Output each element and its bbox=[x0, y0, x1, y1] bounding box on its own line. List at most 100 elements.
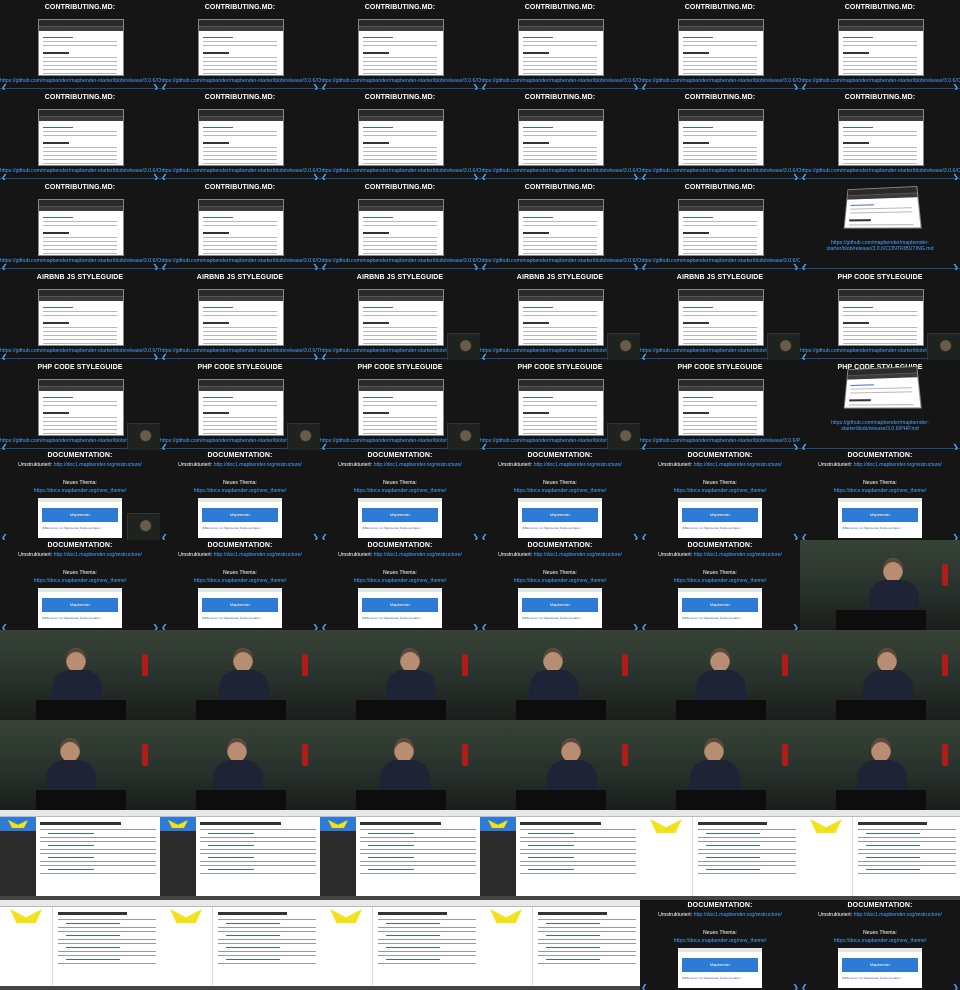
doc-theme-link[interactable]: https://docs.mapbender.org/new_theme/ bbox=[0, 578, 160, 584]
thumbnail-tile[interactable] bbox=[480, 630, 640, 720]
thumbnail-tile[interactable] bbox=[0, 630, 160, 720]
thumbnail-tile[interactable]: CONTRIBUTING.MD: https://github.com/mapbe… bbox=[800, 90, 960, 180]
slide-link[interactable]: https://github.com/mapbender/mapbender-s… bbox=[640, 438, 800, 444]
thumbnail-tile[interactable] bbox=[320, 810, 480, 900]
thumbnail-tile[interactable] bbox=[640, 810, 800, 900]
doc-restructure-link[interactable]: http://doc1.mapbender.org/restructure/ bbox=[694, 912, 782, 918]
thumbnail-tile[interactable]: PHP CODE STYLEGUIDEhttps://github.com/ma… bbox=[160, 360, 320, 450]
doc-theme-link-text[interactable]: https://docs.mapbender.org/new_theme/ bbox=[834, 488, 927, 494]
thumbnail-tile[interactable]: PHP CODE STYLEGUIDEhttps://github.com/ma… bbox=[640, 360, 800, 450]
slide-link[interactable]: https://github.com/mapbender/mapbender-s… bbox=[320, 258, 480, 264]
thumbnail-tile[interactable]: CONTRIBUTING.MD: https://github.com/mapbe… bbox=[320, 0, 480, 90]
doc-link-line[interactable] bbox=[546, 923, 600, 924]
chevron-left-icon[interactable]: ❮ bbox=[481, 623, 488, 630]
thumbnail-tile[interactable]: CONTRIBUTING.MD: https://github.com/mapbe… bbox=[0, 180, 160, 270]
doc-restructure-link[interactable]: http://doc1.mapbender.org/restructure/ bbox=[694, 462, 782, 468]
chevron-left-icon[interactable]: ❮ bbox=[321, 173, 328, 180]
chevron-right-icon[interactable]: ❯ bbox=[152, 173, 159, 180]
chevron-right-icon[interactable]: ❯ bbox=[312, 353, 319, 360]
thumbnail-tile[interactable] bbox=[160, 900, 320, 990]
thumbnail-tile[interactable]: AIRBNB JS STYLEGUIDE https://github.com/m… bbox=[0, 270, 160, 360]
chevron-left-icon[interactable]: ❮ bbox=[161, 533, 168, 540]
doc-link-line[interactable] bbox=[528, 845, 575, 846]
chevron-left-icon[interactable]: ❮ bbox=[321, 83, 328, 90]
chevron-left-icon[interactable]: ❮ bbox=[321, 533, 328, 540]
chevron-right-icon[interactable]: ❯ bbox=[472, 533, 479, 540]
chevron-right-icon[interactable]: ❯ bbox=[952, 83, 959, 90]
chevron-right-icon[interactable]: ❯ bbox=[792, 983, 799, 990]
thumbnail-tile[interactable] bbox=[320, 720, 480, 810]
slide-link[interactable]: https://github.com/mapbender/mapbender-s… bbox=[0, 348, 160, 354]
chevron-left-icon[interactable]: ❮ bbox=[161, 173, 168, 180]
chevron-right-icon[interactable]: ❯ bbox=[632, 83, 639, 90]
chevron-left-icon[interactable]: ❮ bbox=[481, 263, 488, 270]
chevron-right-icon[interactable]: ❯ bbox=[152, 83, 159, 90]
doc-link-line[interactable] bbox=[368, 857, 415, 858]
chevron-right-icon[interactable]: ❯ bbox=[632, 533, 639, 540]
slide-link[interactable]: https://github.com/mapbender/mapbender-s… bbox=[640, 168, 800, 174]
doc-link-line[interactable] bbox=[226, 947, 280, 948]
thumbnail-tile[interactable]: CONTRIBUTING.MD: https://github.com/mapbe… bbox=[160, 180, 320, 270]
thumbnail-tile[interactable]: CONTRIBUTING.MD: https://github.com/mapbe… bbox=[480, 180, 640, 270]
thumbnail-tile[interactable]: CONTRIBUTING.MD: https://github.com/mapbe… bbox=[160, 0, 320, 90]
chevron-left-icon[interactable]: ❮ bbox=[1, 173, 8, 180]
chevron-right-icon[interactable]: ❯ bbox=[792, 173, 799, 180]
chevron-right-icon[interactable]: ❯ bbox=[952, 533, 959, 540]
doc-theme-link[interactable]: https://docs.mapbender.org/new_theme/ bbox=[0, 488, 160, 494]
doc-link-line[interactable] bbox=[368, 833, 415, 834]
thumbnail-tile[interactable]: PHP CODE STYLEGUIDEhttps://github.com/ma… bbox=[0, 360, 160, 450]
chevron-left-icon[interactable]: ❮ bbox=[321, 353, 328, 360]
doc-theme-link-text[interactable]: https://docs.mapbender.org/new_theme/ bbox=[194, 488, 287, 494]
doc-theme-link[interactable]: https://docs.mapbender.org/new_theme/ bbox=[320, 488, 480, 494]
slide-link[interactable]: https://github.com/mapbender/mapbender-s… bbox=[480, 258, 640, 264]
chevron-right-icon[interactable]: ❯ bbox=[312, 533, 319, 540]
doc-restructure-link[interactable]: http://doc1.mapbender.org/restructure/ bbox=[694, 552, 782, 558]
doc-link-line[interactable] bbox=[866, 857, 920, 858]
doc-theme-link-text[interactable]: https://docs.mapbender.org/new_theme/ bbox=[674, 938, 767, 944]
chevron-left-icon[interactable]: ❮ bbox=[481, 443, 488, 450]
chevron-left-icon[interactable]: ❮ bbox=[1, 533, 8, 540]
thumbnail-tile[interactable] bbox=[800, 810, 960, 900]
thumbnail-tile[interactable] bbox=[0, 810, 160, 900]
doc-link-line[interactable] bbox=[546, 935, 600, 936]
chevron-right-icon[interactable]: ❯ bbox=[152, 353, 159, 360]
chevron-right-icon[interactable]: ❯ bbox=[152, 263, 159, 270]
thumbnail-tile[interactable]: CONTRIBUTING.MD: https://github.com/mapbe… bbox=[320, 180, 480, 270]
doc-theme-link-text[interactable]: https://docs.mapbender.org/new_theme/ bbox=[674, 578, 767, 584]
chevron-left-icon[interactable]: ❮ bbox=[1, 623, 8, 630]
thumbnail-tile[interactable]: DOCUMENTATION: Umstrukturiert: http://doc… bbox=[640, 450, 800, 540]
chevron-left-icon[interactable]: ❮ bbox=[161, 83, 168, 90]
thumbnail-tile[interactable] bbox=[640, 630, 800, 720]
doc-restructure-link[interactable]: http://doc1.mapbender.org/restructure/ bbox=[534, 552, 622, 558]
thumbnail-tile[interactable]: PHP CODE STYLEGUIDEhttps://github.com/ma… bbox=[480, 360, 640, 450]
chevron-left-icon[interactable]: ❮ bbox=[321, 623, 328, 630]
chevron-right-icon[interactable]: ❯ bbox=[312, 173, 319, 180]
slide-link[interactable]: https://github.com/mapbender/mapbender-s… bbox=[800, 240, 960, 252]
doc-link-line[interactable] bbox=[208, 869, 255, 870]
chevron-left-icon[interactable]: ❮ bbox=[321, 443, 328, 450]
chevron-left-icon[interactable]: ❮ bbox=[801, 353, 808, 360]
doc-link-line[interactable] bbox=[528, 869, 575, 870]
slide-link[interactable]: https://github.com/mapbender/mapbender-s… bbox=[480, 168, 640, 174]
chevron-right-icon[interactable]: ❯ bbox=[952, 443, 959, 450]
slide-link[interactable]: https://github.com/mapbender/mapbender-s… bbox=[0, 78, 160, 84]
doc-link-line[interactable] bbox=[226, 935, 280, 936]
doc-link-line[interactable] bbox=[866, 869, 920, 870]
chevron-right-icon[interactable]: ❯ bbox=[472, 83, 479, 90]
doc-link-line[interactable] bbox=[48, 869, 95, 870]
chevron-right-icon[interactable]: ❯ bbox=[792, 83, 799, 90]
thumbnail-tile[interactable] bbox=[320, 900, 480, 990]
doc-restructure-link[interactable]: http://doc1.mapbender.org/restructure/ bbox=[214, 462, 302, 468]
chevron-left-icon[interactable]: ❮ bbox=[801, 83, 808, 90]
doc-theme-link[interactable]: https://docs.mapbender.org/new_theme/ bbox=[640, 488, 800, 494]
doc-restructure-link[interactable]: http://doc1.mapbender.org/restructure/ bbox=[374, 552, 462, 558]
thumbnail-tile[interactable] bbox=[800, 540, 960, 630]
slide-link[interactable]: https://github.com/mapbender/mapbender-s… bbox=[0, 168, 160, 174]
thumbnail-tile[interactable]: https://github.com/mapbender/mapbender-s… bbox=[800, 180, 960, 270]
thumbnail-tile[interactable]: PHP CODE STYLEGUIDEhttps://github.com/ma… bbox=[320, 360, 480, 450]
thumbnail-tile[interactable]: DOCUMENTATION: Umstrukturiert: http://doc… bbox=[800, 450, 960, 540]
thumbnail-tile[interactable]: DOCUMENTATION: Umstrukturiert: http://doc… bbox=[800, 900, 960, 990]
chevron-left-icon[interactable]: ❮ bbox=[1, 443, 8, 450]
doc-theme-link[interactable]: https://docs.mapbender.org/new_theme/ bbox=[160, 488, 320, 494]
chevron-left-icon[interactable]: ❮ bbox=[481, 353, 488, 360]
